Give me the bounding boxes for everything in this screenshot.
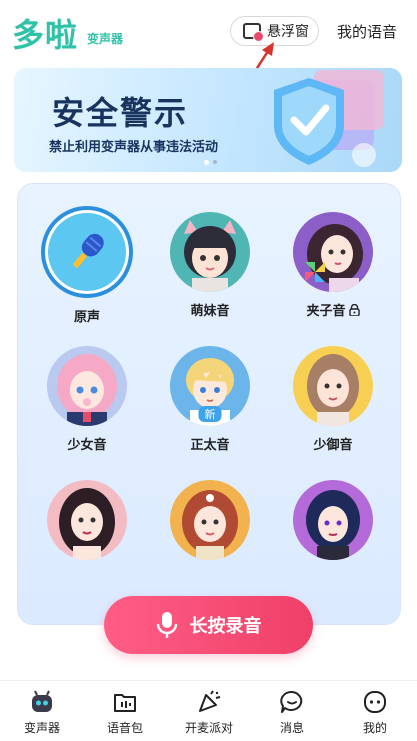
banner-dot[interactable] — [213, 160, 217, 164]
my-voice-link[interactable]: 我的语音 — [337, 21, 397, 42]
party-horn-icon — [199, 690, 221, 712]
voice-option-young-girl[interactable]: 少女音 — [32, 346, 142, 453]
microphone-icon — [156, 612, 177, 638]
voice-option-mature-young[interactable]: 少御音 — [278, 346, 388, 453]
nav-label: 开麦派对 — [184, 721, 233, 735]
nav-item-voice-changer[interactable]: 变声器 — [12, 689, 72, 736]
voice-option-original[interactable]: 原声 — [32, 206, 142, 325]
voice-label: 夹子音 — [306, 300, 360, 319]
safety-banner[interactable]: 安全警示 禁止利用变声器从事违法活动 — [14, 68, 402, 172]
banner-pagination — [204, 160, 217, 165]
nav-label: 语音包 — [106, 721, 143, 735]
nav-label: 消息 — [279, 721, 304, 735]
voice-option-row3-2[interactable] — [155, 480, 265, 560]
banner-title: 安全警示 — [52, 94, 189, 132]
voice-option-cute-girl[interactable]: 萌妹音 — [155, 212, 265, 319]
navy-hair-woman-avatar — [293, 480, 373, 560]
nav-label: 变声器 — [23, 721, 60, 735]
profile-face-icon — [364, 691, 386, 713]
banner-dot[interactable] — [204, 160, 209, 165]
new-badge: 新 — [198, 406, 222, 422]
red-hair-girl-avatar — [170, 480, 250, 560]
voice-option-clip-voice[interactable]: 夹子音 — [278, 212, 388, 319]
voice-label-text: 夹子音 — [306, 304, 346, 319]
app-logo: 多啦 — [12, 16, 79, 54]
nav-item-voice-pack[interactable]: 语音包 — [95, 689, 155, 736]
mature-woman-avatar — [293, 346, 373, 426]
nav-label: 我的 — [362, 721, 387, 735]
selected-ring — [41, 206, 133, 298]
voice-label: 少女音 — [67, 438, 107, 453]
app-header: 多啦 变声器 悬浮窗 我的语音 — [0, 0, 417, 111]
folder-audio-icon — [114, 694, 136, 712]
hold-to-record-button[interactable]: 长按录音 — [104, 596, 313, 654]
bottom-nav: 变声器 语音包 开麦派对 消息 我的 — [0, 680, 417, 741]
lock-icon — [348, 303, 360, 316]
cat-ear-girl-avatar — [170, 212, 250, 292]
microphone-icon — [73, 233, 104, 268]
voice-label: 正太音 — [190, 438, 230, 453]
voice-option-row3-1[interactable] — [32, 480, 142, 560]
nav-item-party[interactable]: 开麦派对 — [179, 689, 239, 736]
record-button-label: 长按录音 — [189, 616, 262, 637]
shield-icon — [274, 70, 384, 167]
nav-item-messages[interactable]: 消息 — [262, 689, 322, 736]
voice-option-row3-3[interactable] — [278, 480, 388, 560]
voice-label: 少御音 — [313, 438, 353, 453]
pink-hair-girl-avatar — [47, 346, 127, 426]
floating-window-icon — [243, 23, 264, 42]
robot-icon — [32, 690, 52, 712]
nav-item-profile[interactable]: 我的 — [345, 689, 405, 736]
app-logo-subtitle: 变声器 — [87, 32, 124, 46]
blond-boy-avatar: 新 — [170, 346, 250, 426]
voice-option-boy[interactable]: 新 正太音 — [155, 346, 265, 453]
voice-label: 萌妹音 — [190, 304, 230, 319]
voice-label: 原声 — [73, 310, 100, 325]
voice-grid: 原声 萌妹音 夹子音 少女音 新 正太音 少御音 — [17, 183, 401, 625]
banner-subtitle: 禁止利用变声器从事违法活动 — [49, 140, 219, 155]
dark-hair-woman-avatar — [47, 480, 127, 560]
chat-bubble-icon — [280, 690, 303, 713]
pinwheel-girl-avatar — [293, 212, 373, 292]
